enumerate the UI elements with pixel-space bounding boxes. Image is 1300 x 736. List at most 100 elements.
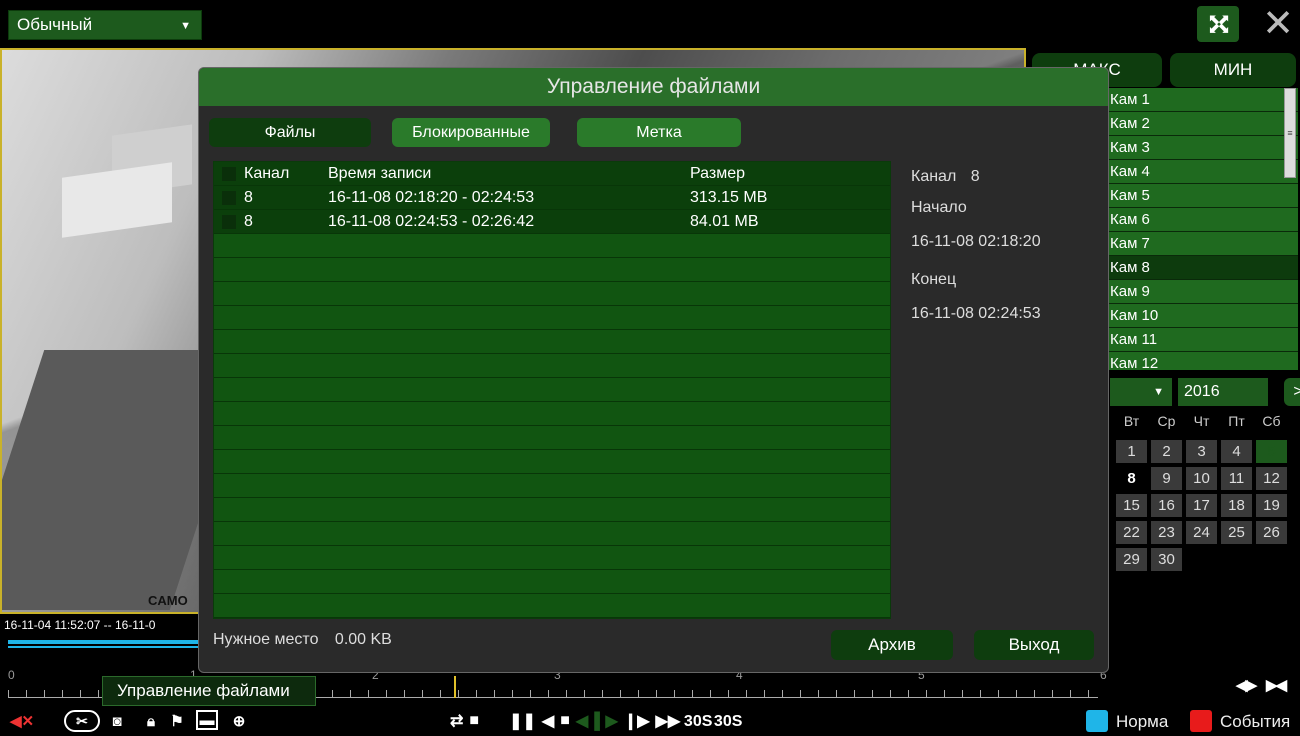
table-row xyxy=(214,330,890,354)
table-row xyxy=(214,570,890,594)
calendar-day[interactable]: 4 xyxy=(1221,440,1252,463)
calendar-day[interactable]: 12 xyxy=(1256,467,1287,490)
calendar-day[interactable]: 10 xyxy=(1186,467,1217,490)
calendar-day[interactable]: 8 xyxy=(1116,467,1147,490)
calendar-day[interactable]: 29 xyxy=(1116,548,1147,571)
stop-icon[interactable]: ■ xyxy=(560,712,570,730)
select-all-checkbox[interactable] xyxy=(222,167,236,181)
zoom-out-timeline-button[interactable]: ◀▶ xyxy=(1236,676,1257,694)
table-row xyxy=(214,402,890,426)
info-end-value: 16-11-08 02:24:53 xyxy=(911,305,1041,322)
archive-button[interactable]: Архив xyxy=(831,630,953,660)
slow-reverse-icon[interactable]: ◀ xyxy=(576,711,588,731)
legend-normal-swatch xyxy=(1086,710,1108,732)
info-end-label: Конец xyxy=(911,271,957,288)
info-channel-value: 8 xyxy=(970,168,980,185)
step-forward-icon[interactable]: ❙▶ xyxy=(624,711,650,731)
pause-icon[interactable]: ❚❚ xyxy=(509,711,536,731)
next-month-button[interactable]: > xyxy=(1284,378,1300,406)
calendar-day[interactable]: 24 xyxy=(1186,521,1217,544)
timeline-cursor[interactable] xyxy=(454,676,456,698)
weekday-label: Ср xyxy=(1157,413,1176,429)
view-mode-select[interactable]: Обычный ▼ xyxy=(8,10,202,40)
mute-icon[interactable]: ◀✕ xyxy=(10,710,34,732)
calendar-day[interactable]: 1 xyxy=(1116,440,1147,463)
camera-list-scrollbar[interactable]: ≡ xyxy=(1284,88,1296,178)
recording-bar xyxy=(8,646,198,648)
calendar-day[interactable]: 16 xyxy=(1151,494,1182,517)
calendar-day[interactable]: 2 xyxy=(1151,440,1182,463)
calendar-day[interactable]: 17 xyxy=(1186,494,1217,517)
skip-back-30s-button[interactable]: 30S xyxy=(684,713,712,729)
bottom-toolbar: ◀✕ ✂ ◙ 🔒︎ ⚑ ▬ ⊕ ⇄ ■ ❚❚ ◀ ■ ◀ ▌▶ ❙▶ ▶▶ 30… xyxy=(0,706,1300,736)
skip-forward-30s-button[interactable]: 30S xyxy=(713,712,743,730)
tab-tags[interactable]: Метка xyxy=(577,118,741,147)
month-select[interactable]: ▼ xyxy=(1110,378,1172,406)
weekday-label: Пт xyxy=(1228,413,1245,429)
sync-icon[interactable]: ⇄ xyxy=(450,711,463,731)
camera-snapshot-icon[interactable]: ◙ xyxy=(106,710,128,732)
table-row xyxy=(214,474,890,498)
camera-overlay-label: CAMO xyxy=(148,593,188,608)
table-row[interactable]: 8 16-11-08 02:18:20 - 02:24:53 313.15 MB xyxy=(214,186,890,210)
reverse-play-icon[interactable]: ◀ xyxy=(542,711,554,731)
table-row xyxy=(214,426,890,450)
tab-locked[interactable]: Блокированные xyxy=(392,118,550,147)
chevron-down-icon: ▼ xyxy=(1153,386,1164,398)
row-checkbox[interactable] xyxy=(222,191,236,205)
table-row xyxy=(214,594,890,618)
fullscreen-icon: ⬉⬈ ⬋⬊ xyxy=(1208,11,1230,36)
min-tab[interactable]: МИН xyxy=(1170,53,1296,87)
calendar-day[interactable]: 9 xyxy=(1151,467,1182,490)
skip-forward-label: 30S xyxy=(713,712,743,730)
timeline-tick-label: 0 xyxy=(8,668,15,682)
calendar-day[interactable]: 18 xyxy=(1221,494,1252,517)
zoom-in-timeline-button[interactable]: ▶◀ xyxy=(1266,676,1287,694)
table-row xyxy=(214,378,890,402)
calendar-day[interactable]: 19 xyxy=(1256,494,1287,517)
top-bar: Обычный ▼ ⬉⬈ ⬋⬊ ✕ xyxy=(0,0,1300,48)
fullscreen-button[interactable]: ⬉⬈ ⬋⬊ xyxy=(1197,6,1239,42)
calendar-day[interactable]: 22 xyxy=(1116,521,1147,544)
step-back-icon[interactable]: ▌▶ xyxy=(594,711,618,731)
file-manager-icon[interactable]: ▬ xyxy=(196,710,218,730)
recording-bar xyxy=(8,640,198,644)
calendar-header: ▼ 2016 > xyxy=(1110,378,1300,406)
legend-normal-label: Норма xyxy=(1116,712,1169,731)
calendar-day[interactable]: 11 xyxy=(1221,467,1252,490)
close-button[interactable]: ✕ xyxy=(1258,0,1298,46)
chevron-down-icon: ▼ xyxy=(180,20,191,32)
zoom-icon[interactable]: ⊕ xyxy=(228,710,250,732)
fast-forward-icon[interactable]: ▶▶ xyxy=(656,711,681,731)
calendar-day[interactable]: 5 xyxy=(1256,440,1287,463)
flag-icon[interactable]: ⚑ xyxy=(166,710,188,732)
tooltip: Управление файлами xyxy=(102,676,316,706)
calendar-day[interactable]: 25 xyxy=(1221,521,1252,544)
min-tab-label: МИН xyxy=(1213,60,1253,79)
calendar-day[interactable]: 23 xyxy=(1151,521,1182,544)
weekday-label: Сб xyxy=(1262,413,1281,429)
calendar-grid: 1 2 3 4 5 8 9 10 11 12 15 16 17 18 19 22 23 24 25 26 29 30 xyxy=(1116,440,1287,571)
file-time: 16-11-08 02:24:53 - 02:26:42 xyxy=(328,213,535,230)
calendar-day[interactable]: 26 xyxy=(1256,521,1287,544)
file-time: 16-11-08 02:18:20 - 02:24:53 xyxy=(328,189,535,206)
required-space-value: 0.00 KB xyxy=(334,631,392,648)
video-scene-object xyxy=(62,162,172,238)
column-header-size: Размер xyxy=(690,165,745,182)
calendar-day[interactable]: 30 xyxy=(1151,548,1182,571)
lock-icon[interactable]: 🔒︎ xyxy=(140,710,162,732)
table-row[interactable]: 8 16-11-08 02:24:53 - 02:26:42 84.01 MB xyxy=(214,210,890,234)
scissors-icon[interactable]: ✂ xyxy=(64,710,100,732)
calendar-day xyxy=(1186,548,1217,571)
calendar-day[interactable]: 15 xyxy=(1116,494,1147,517)
exit-button[interactable]: Выход xyxy=(974,630,1094,660)
tab-files[interactable]: Файлы xyxy=(209,118,371,147)
file-management-dialog: Управление файлами Файлы Блокированные М… xyxy=(198,67,1109,673)
file-table: Канал Время записи Размер 8 16-11-08 02:18:2… xyxy=(213,161,891,619)
clip-stop-icon[interactable]: ■ xyxy=(469,712,479,730)
playback-range-label: 16-11-04 11:52:07 -- 16-11-0 xyxy=(4,618,156,632)
calendar-day[interactable]: 3 xyxy=(1186,440,1217,463)
year-field[interactable]: 2016 xyxy=(1178,378,1268,406)
row-checkbox[interactable] xyxy=(222,215,236,229)
table-row xyxy=(214,258,890,282)
